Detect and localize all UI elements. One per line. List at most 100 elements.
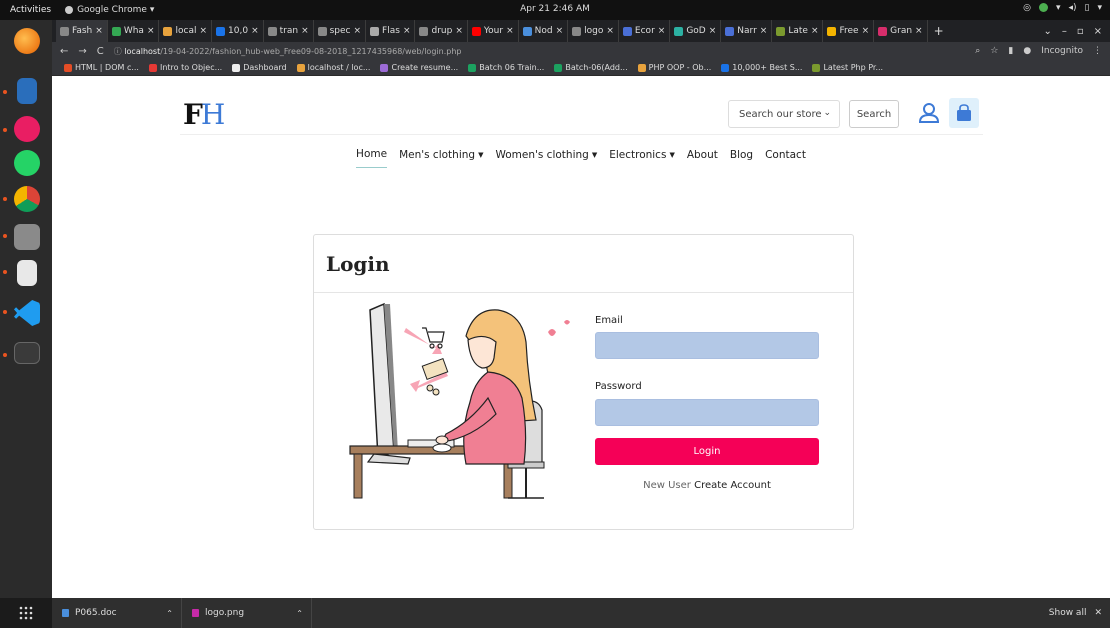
nav-mens-clothing[interactable]: Men's clothing ▼ <box>399 148 483 168</box>
image-viewer-icon[interactable] <box>17 260 37 286</box>
close-icon[interactable]: ✕ <box>1094 608 1102 618</box>
back-icon[interactable]: ← <box>60 46 68 57</box>
browser-tab[interactable]: 10,0 × <box>212 20 264 42</box>
speaker-app-icon[interactable] <box>14 116 40 142</box>
nav-contact[interactable]: Contact <box>765 148 806 168</box>
nav-womens-clothing[interactable]: Women's clothing ▼ <box>495 148 597 168</box>
nav-about[interactable]: About <box>687 148 718 168</box>
nav-electronics[interactable]: Electronics ▼ <box>609 148 675 168</box>
zoom-icon[interactable]: ⌕ <box>975 46 980 56</box>
download-item[interactable]: logo.png ⌃ <box>182 598 312 628</box>
browser-tab[interactable]: GoD × <box>670 20 722 42</box>
password-field[interactable] <box>595 399 819 426</box>
create-account-link[interactable]: Create Account <box>694 480 771 491</box>
forward-icon[interactable]: → <box>78 46 86 57</box>
bookmark-star-icon[interactable]: ☆ <box>990 46 998 56</box>
bookmark-item[interactable]: Latest Php Pr... <box>812 63 883 72</box>
browser-tab[interactable]: Flas × <box>366 20 416 42</box>
restore-icon[interactable]: ▫ <box>1077 26 1084 37</box>
browser-tab[interactable]: Narr × <box>721 20 773 42</box>
show-all-downloads[interactable]: Show all <box>1049 608 1087 618</box>
tab-close-icon[interactable]: × <box>811 26 819 36</box>
bookmark-item[interactable]: Dashboard <box>232 63 287 72</box>
browser-tab[interactable]: spec × <box>314 20 367 42</box>
tab-close-icon[interactable]: × <box>658 26 666 36</box>
bookmark-item[interactable]: Batch 06 Train... <box>468 63 544 72</box>
status-tray-icon[interactable] <box>1038 3 1048 12</box>
minimize-icon[interactable]: – <box>1062 26 1067 37</box>
files-icon[interactable] <box>14 224 40 250</box>
cart-button[interactable] <box>949 98 979 128</box>
search-button[interactable]: Search <box>849 100 899 128</box>
address-bar[interactable]: ⓘ localhost/19-04-2022/fashion_hub-web_F… <box>114 46 966 57</box>
tab-close-icon[interactable]: × <box>455 26 463 36</box>
tab-close-icon[interactable]: × <box>606 26 614 36</box>
chevron-up-icon[interactable]: ⌃ <box>166 609 173 618</box>
bookmark-item[interactable]: Batch-06(Add... <box>554 63 628 72</box>
bookmark-item[interactable]: localhost / loc... <box>296 63 370 72</box>
tab-close-icon[interactable]: × <box>199 26 207 36</box>
download-item[interactable]: P065.doc ⌃ <box>52 598 182 628</box>
tab-close-icon[interactable]: × <box>251 26 259 36</box>
bookmark-item[interactable]: 10,000+ Best S... <box>721 63 802 72</box>
tab-close-icon[interactable]: × <box>915 26 923 36</box>
volume-icon[interactable]: ◂) <box>1068 3 1076 13</box>
whatsapp-icon[interactable] <box>14 150 40 176</box>
nav-home[interactable]: Home <box>356 148 388 168</box>
tab-search-icon[interactable]: ▮ <box>1008 46 1013 56</box>
login-button[interactable]: Login <box>595 438 819 465</box>
browser-tab[interactable]: local × <box>159 20 213 42</box>
chrome-icon[interactable] <box>14 186 40 212</box>
browser-tab[interactable]: logo × <box>568 20 619 42</box>
browser-tab[interactable]: Wha × <box>108 20 160 42</box>
email-field[interactable] <box>595 332 819 359</box>
tab-list-icon[interactable]: ⌄ <box>1043 26 1051 37</box>
new-tab-icon[interactable]: + <box>928 24 950 38</box>
show-apps-icon[interactable] <box>0 598 52 628</box>
bookmark-item[interactable]: Intro to Objec... <box>148 63 222 72</box>
tab-close-icon[interactable]: × <box>403 26 411 36</box>
app-menu[interactable]: Google Chrome ▾ <box>65 5 154 15</box>
tab-close-icon[interactable]: × <box>301 26 309 36</box>
tab-close-icon[interactable]: × <box>147 26 155 36</box>
search-category-select[interactable]: Search our store ⌄ <box>728 100 840 128</box>
tab-close-icon[interactable]: × <box>760 26 768 36</box>
browser-tab[interactable]: tran × <box>264 20 314 42</box>
reload-icon[interactable]: C <box>97 46 104 57</box>
chevron-up-icon[interactable]: ⌃ <box>296 609 303 618</box>
whatsapp-tray-icon[interactable]: ◎ <box>1023 3 1031 13</box>
tab-close-icon[interactable]: × <box>862 26 870 36</box>
tab-close-icon[interactable]: × <box>506 26 514 36</box>
browser-tab[interactable]: Fash × <box>56 20 108 42</box>
system-tray[interactable]: ◎ ▾ ◂) ▯ ▾ <box>1023 3 1102 13</box>
battery-icon[interactable]: ▯ <box>1085 3 1090 13</box>
bookmark-item[interactable]: Create resume... <box>380 63 458 72</box>
terminal-icon[interactable] <box>14 342 40 364</box>
power-menu-icon[interactable]: ▾ <box>1097 3 1102 13</box>
vscode-icon[interactable] <box>14 300 40 326</box>
network-icon[interactable]: ▾ <box>1056 3 1061 13</box>
writer-icon[interactable] <box>17 78 37 104</box>
tab-close-icon[interactable]: × <box>556 26 564 36</box>
bookmark-item[interactable]: PHP OOP - Ob... <box>637 63 711 72</box>
site-logo[interactable]: FH <box>183 98 225 131</box>
browser-tab[interactable]: Free × <box>823 20 875 42</box>
browser-tab[interactable]: drup × <box>415 20 468 42</box>
browser-tab[interactable]: Ecor × <box>619 20 671 42</box>
browser-tab[interactable]: Nod × <box>519 20 569 42</box>
browser-tab[interactable]: Gran × <box>874 20 928 42</box>
bookmark-item[interactable]: HTML | DOM c... <box>64 63 139 72</box>
activities-button[interactable]: Activities <box>0 5 61 15</box>
browser-tab[interactable]: Your × <box>468 20 519 42</box>
user-icon[interactable] <box>918 102 940 124</box>
tab-close-icon[interactable]: × <box>95 26 103 36</box>
tab-close-icon[interactable]: × <box>709 26 717 36</box>
incognito-icon[interactable]: ● <box>1023 46 1031 56</box>
nav-blog[interactable]: Blog <box>730 148 753 168</box>
clock[interactable]: Apr 21 2:46 AM <box>520 4 590 14</box>
browser-tab[interactable]: Late × <box>772 20 824 42</box>
tab-close-icon[interactable]: × <box>354 26 362 36</box>
browser-menu-icon[interactable]: ⋮ <box>1093 46 1102 56</box>
window-close-icon[interactable]: × <box>1094 26 1102 37</box>
firefox-icon[interactable] <box>14 28 40 54</box>
